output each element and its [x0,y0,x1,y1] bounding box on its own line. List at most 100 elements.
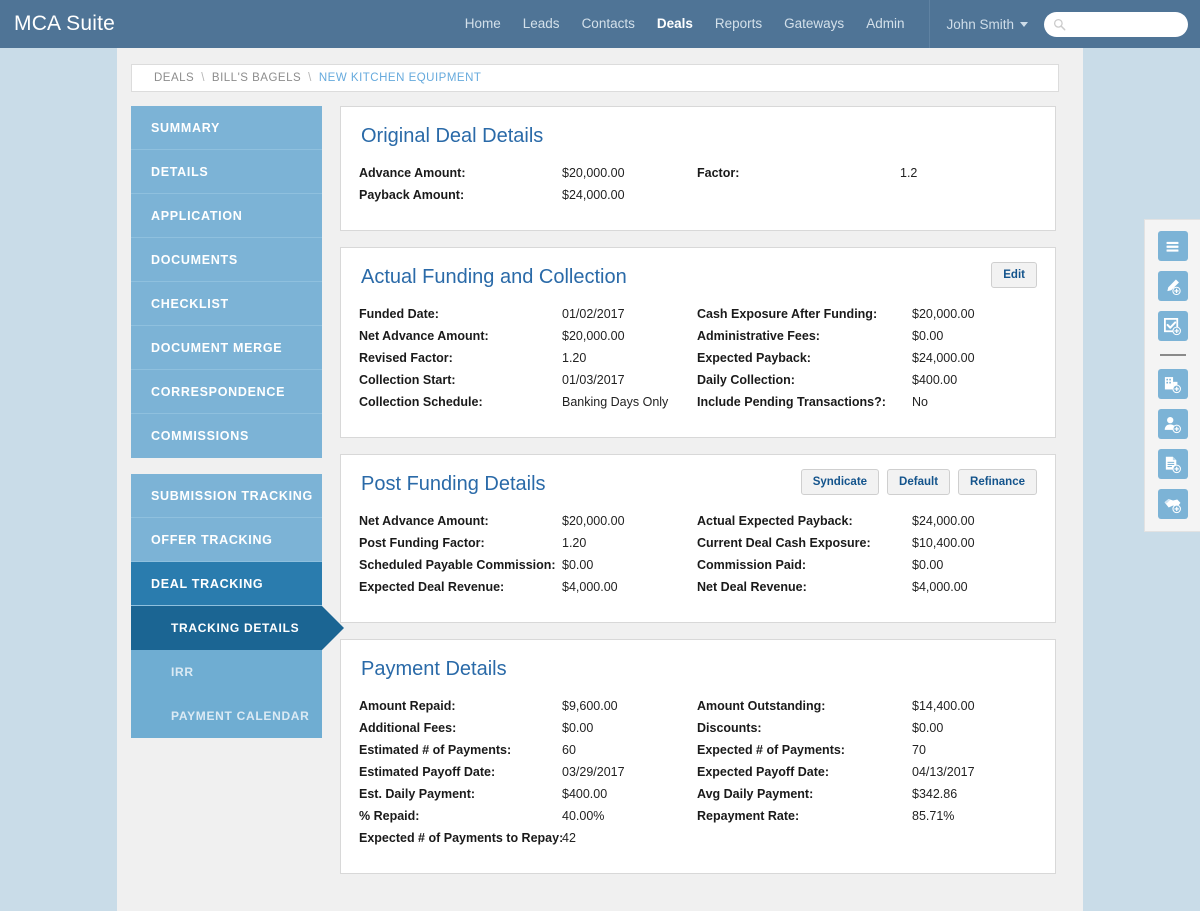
panel-title: Original Deal Details [361,125,544,147]
sidebar-item-documents[interactable]: DOCUMENTS [131,238,322,282]
field-cell: Advance Amount: $20,000.00 [359,166,697,180]
field-cell: Expected Deal Revenue: $4,000.00 [359,580,697,594]
field-label: Expected # of Payments to Repay: [359,831,564,845]
edit-button[interactable]: Edit [991,262,1037,288]
field-label: Expected # of Payments: [697,743,845,757]
menu-list-icon[interactable] [1157,231,1188,261]
field-row: Advance Amount: $20,000.00 Factor: 1.2 [359,166,1035,180]
sidebar-item-summary[interactable]: SUMMARY [131,106,322,150]
field-row: Est. Daily Payment: $400.00 Avg Daily Pa… [359,787,1035,801]
field-value: 1.2 [900,166,918,180]
field-row: Expected Deal Revenue: $4,000.00 Net Dea… [359,580,1035,594]
field-cell: Amount Repaid: $9,600.00 [359,699,697,713]
field-value: Banking Days Only [562,395,669,409]
field-cell: Expected # of Payments: 70 [697,743,1035,757]
nav-item-deals[interactable]: Deals [646,0,704,48]
field-label: Post Funding Factor: [359,536,485,550]
field-value: 1.20 [562,351,587,365]
syndicate-button[interactable]: Syndicate [800,469,880,495]
field-list: Net Advance Amount: $20,000.00 Actual Ex… [359,514,1035,594]
field-row: Additional Fees: $0.00 Discounts: $0.00 [359,721,1035,735]
field-value: $10,400.00 [912,536,975,550]
breadcrumb-item-deals[interactable]: DEALS [154,72,194,84]
field-cell: Net Advance Amount: $20,000.00 [359,329,697,343]
add-task-icon[interactable] [1157,311,1188,341]
user-menu[interactable]: John Smith [936,17,1038,32]
field-list: Amount Repaid: $9,600.00 Amount Outstand… [359,699,1035,845]
field-label: Expected Payoff Date: [697,765,829,779]
field-label: Net Advance Amount: [359,329,489,343]
nav-item-gateways[interactable]: Gateways [773,0,855,48]
nav-item-contacts[interactable]: Contacts [571,0,646,48]
nav-item-leads[interactable]: Leads [512,0,571,48]
field-value: $0.00 [562,558,594,572]
field-label: Cash Exposure After Funding: [697,307,878,321]
sidebar: SUMMARY DETAILS APPLICATION DOCUMENTS CH… [131,106,344,754]
add-document-icon[interactable] [1157,449,1188,479]
field-cell: Net Deal Revenue: $4,000.00 [697,580,1035,594]
nav-item-reports[interactable]: Reports [704,0,773,48]
sidebar-group-primary: SUMMARY DETAILS APPLICATION DOCUMENTS CH… [131,106,322,458]
top-navigation-bar: MCA Suite Home Leads Contacts Deals Repo… [0,0,1200,48]
field-label: Factor: [697,166,740,180]
sidebar-item-irr[interactable]: IRR [131,650,322,694]
sidebar-item-correspondence[interactable]: CORRESPONDENCE [131,370,322,414]
sidebar-item-document-merge[interactable]: DOCUMENT MERGE [131,326,322,370]
field-cell: Repayment Rate: 85.71% [697,809,1035,823]
sidebar-item-checklist[interactable]: CHECKLIST [131,282,322,326]
breadcrumb-item-current[interactable]: NEW KITCHEN EQUIPMENT [319,72,482,84]
field-value: No [912,395,928,409]
field-label: Current Deal Cash Exposure: [697,536,871,550]
field-value: 40.00% [562,809,605,823]
field-label: Actual Expected Payback: [697,514,853,528]
breadcrumb-item-company[interactable]: BILL'S BAGELS [212,72,301,84]
sidebar-item-submission-tracking[interactable]: SUBMISSION TRACKING [131,474,322,518]
field-value: $400.00 [562,787,608,801]
sidebar-item-application[interactable]: APPLICATION [131,194,322,238]
field-label: Include Pending Transactions?: [697,395,886,409]
panel-payment-details: Payment Details Amount Repaid: $9,600.00… [340,639,1056,874]
field-cell: Payback Amount: $24,000.00 [359,188,697,202]
field-label: Avg Daily Payment: [697,787,814,801]
add-note-icon[interactable] [1157,271,1188,301]
field-label: Commission Paid: [697,558,807,572]
sidebar-item-tracking-details[interactable]: TRACKING DETAILS [131,606,344,650]
field-cell: Daily Collection: $400.00 [697,373,1035,387]
sidebar-item-details[interactable]: DETAILS [131,150,322,194]
field-value: 01/03/2017 [562,373,625,387]
sidebar-item-payment-calendar[interactable]: PAYMENT CALENDAR [131,694,322,738]
field-cell: Include Pending Transactions?: No [697,395,1035,409]
nav-divider [929,0,931,48]
search-box[interactable] [1044,11,1188,37]
app-brand[interactable]: MCA Suite [14,12,115,36]
field-label: Additional Fees: [359,721,457,735]
field-cell: Discounts: $0.00 [697,721,1035,735]
field-label: Net Advance Amount: [359,514,489,528]
chevron-down-icon [1020,21,1028,27]
field-label: Discounts: [697,721,762,735]
field-cell: Funded Date: 01/02/2017 [359,307,697,321]
refinance-button[interactable]: Refinance [958,469,1037,495]
sidebar-item-deal-tracking[interactable]: DEAL TRACKING [131,562,322,606]
content-area: Original Deal Details Advance Amount: $2… [340,106,1056,890]
add-deal-icon[interactable] [1157,489,1188,519]
field-value: $20,000.00 [562,166,625,180]
field-label: Estimated # of Payments: [359,743,512,757]
panel-title: Payment Details [361,658,507,680]
sidebar-item-offer-tracking[interactable]: OFFER TRACKING [131,518,322,562]
quick-actions-toolbar [1144,219,1200,532]
sidebar-item-commissions[interactable]: COMMISSIONS [131,414,322,458]
field-row: Estimated Payoff Date: 03/29/2017 Expect… [359,765,1035,779]
nav-item-admin[interactable]: Admin [855,0,915,48]
field-value: $0.00 [912,558,944,572]
field-label: Advance Amount: [359,166,466,180]
field-label: Est. Daily Payment: [359,787,476,801]
field-value: 70 [912,743,926,757]
add-contact-icon[interactable] [1157,409,1188,439]
field-cell: Estimated Payoff Date: 03/29/2017 [359,765,697,779]
nav-item-home[interactable]: Home [454,0,512,48]
search-input[interactable] [1066,16,1179,32]
add-company-icon[interactable] [1157,369,1188,399]
default-button[interactable]: Default [887,469,951,495]
field-row: Revised Factor: 1.20 Expected Payback: $… [359,351,1035,365]
